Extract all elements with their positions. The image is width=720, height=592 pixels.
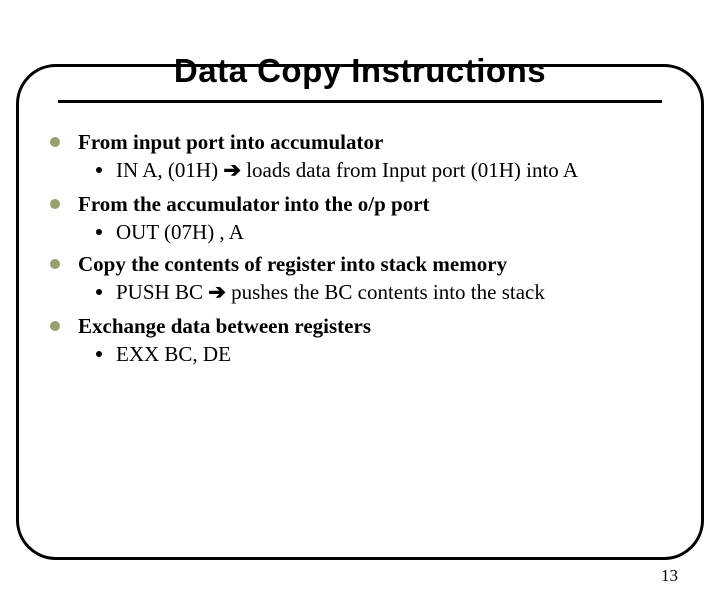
slide-frame [16,64,704,560]
page-number: 13 [661,566,678,586]
slide: Data Copy Instructions From input port i… [0,52,720,592]
